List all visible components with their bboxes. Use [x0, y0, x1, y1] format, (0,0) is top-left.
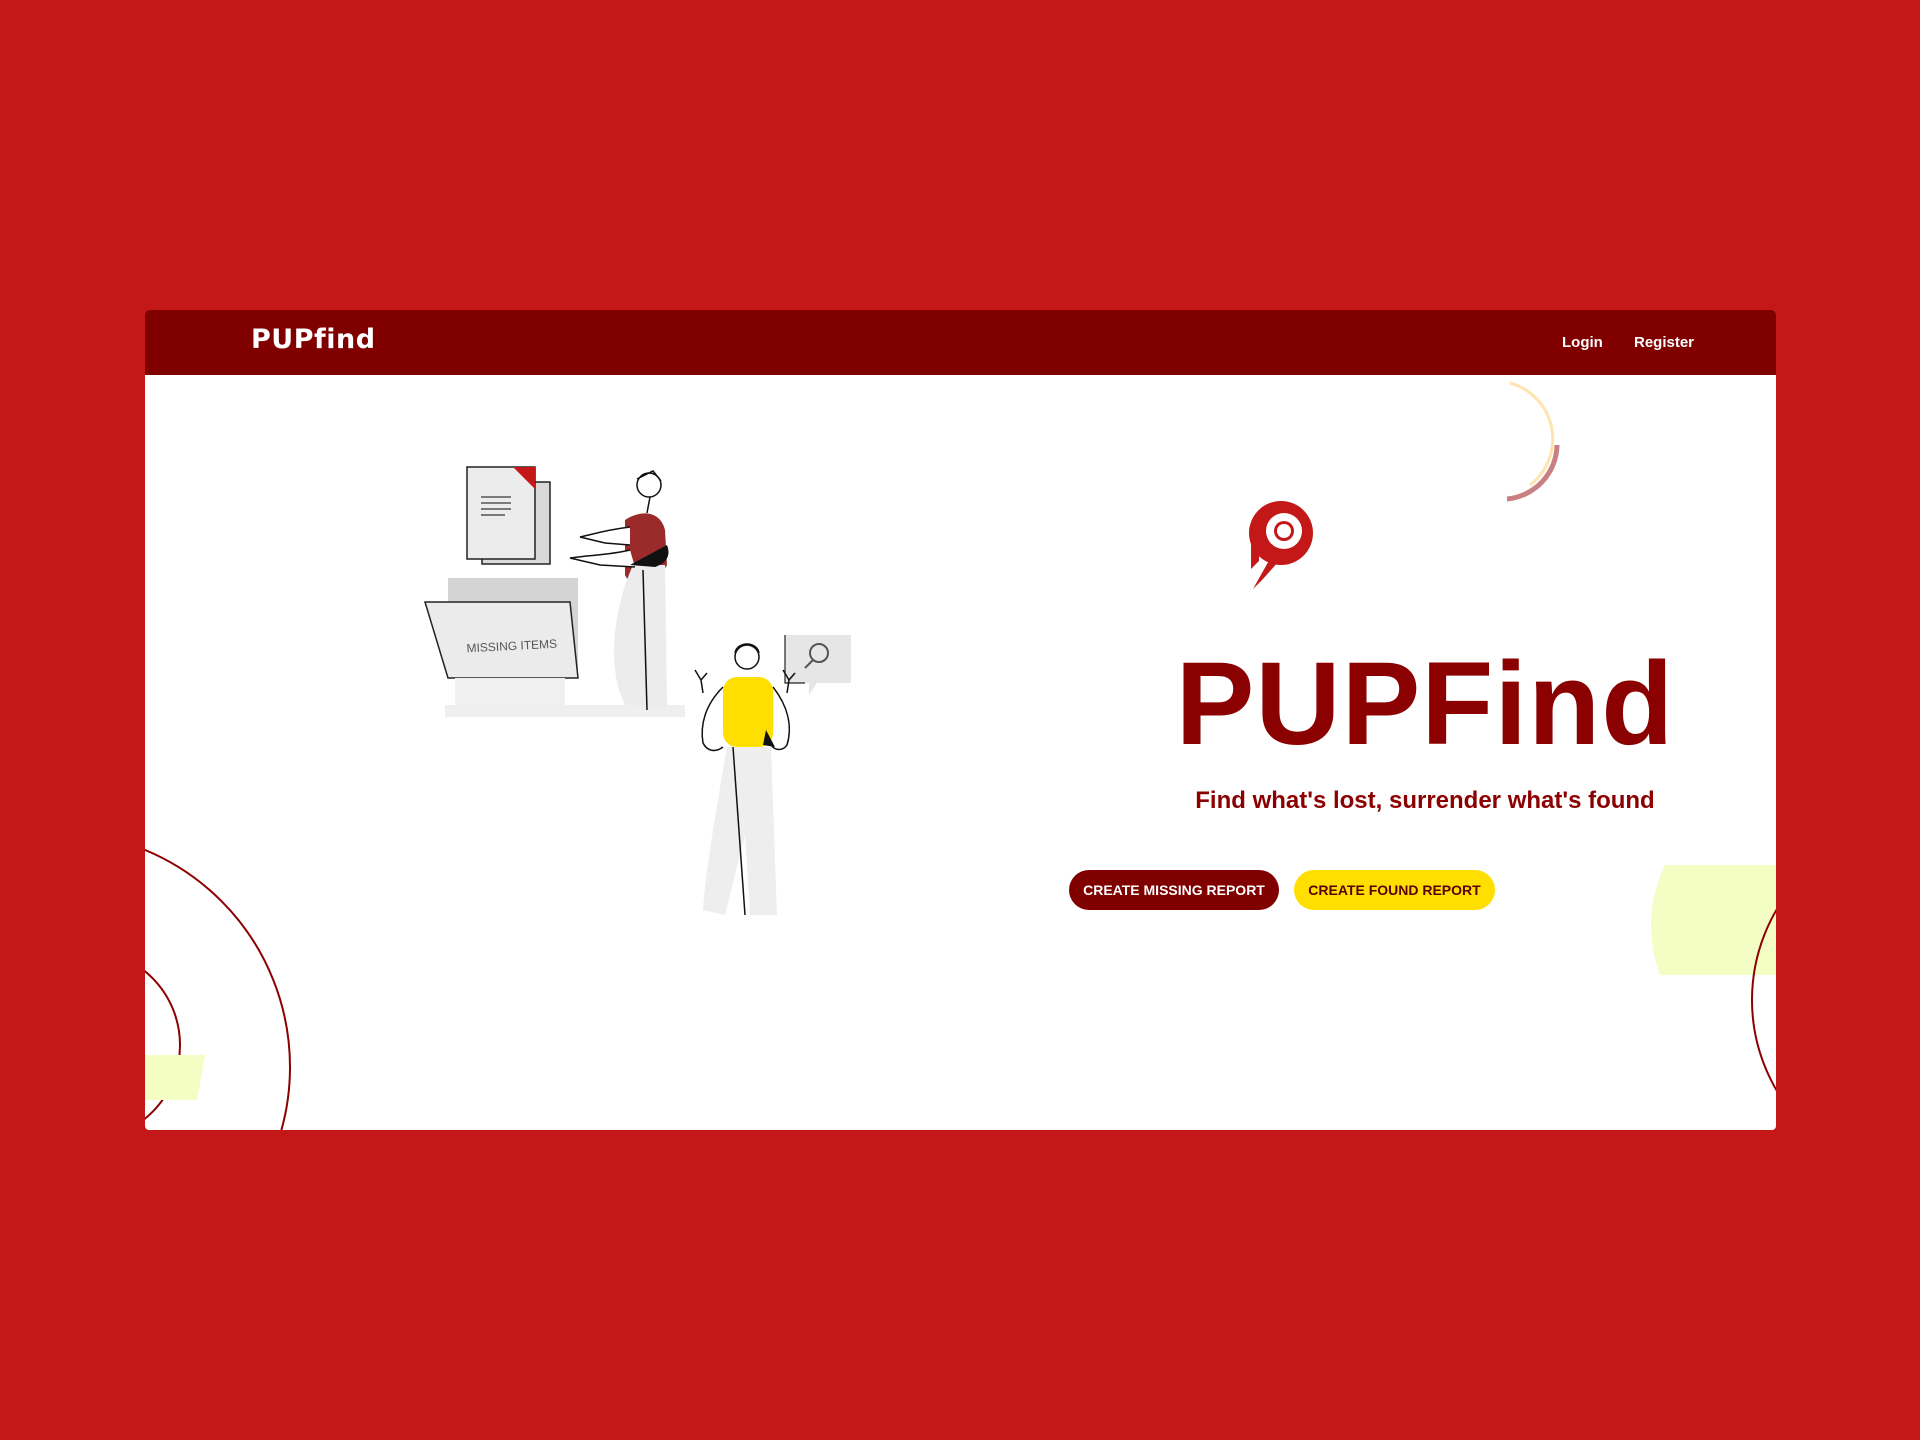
register-link[interactable]: Register — [1634, 334, 1694, 351]
create-found-report-button[interactable]: CREATE FOUND REPORT — [1294, 870, 1495, 910]
create-missing-report-button[interactable]: CREATE MISSING REPORT — [1069, 870, 1279, 910]
hero-title: PUPFind — [1175, 638, 1675, 770]
pupfind-logo-icon — [1249, 501, 1313, 589]
illustration: MISSING ITEMS — [423, 466, 851, 916]
brand-logo[interactable]: PUPfind — [251, 324, 376, 355]
document-icon — [466, 466, 536, 560]
navbar: PUPfind Login Register — [145, 310, 1776, 375]
hero-subtitle: Find what's lost, surrender what's found — [1195, 787, 1655, 814]
browser-page: PUPfind Login Register MISSING ITEMS PUP… — [145, 310, 1776, 1130]
main-content: MISSING ITEMS PUPFind Find what's lost, … — [145, 375, 1776, 1130]
login-link[interactable]: Login — [1562, 334, 1603, 351]
